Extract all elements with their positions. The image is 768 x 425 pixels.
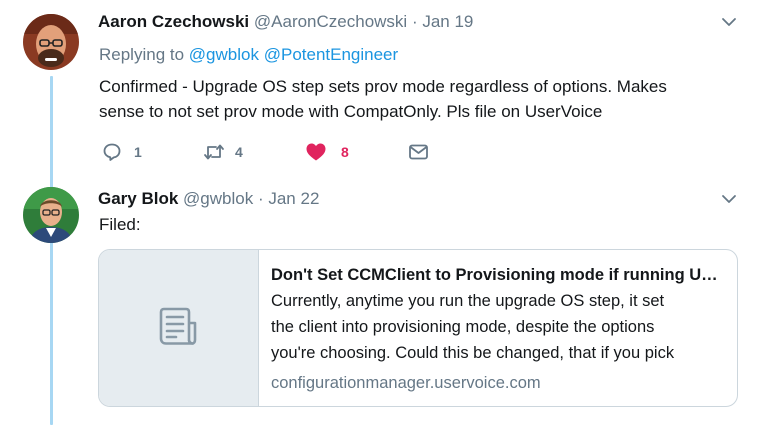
retweet-icon	[204, 144, 224, 160]
replying-to-label: Replying to	[99, 45, 185, 64]
like-count: 8	[341, 144, 349, 160]
tweet-date[interactable]: · Jan 19	[412, 12, 473, 31]
author-name[interactable]: Aaron Czechowski	[98, 12, 249, 31]
reply-button[interactable]: 1	[102, 142, 142, 162]
card-description-line: the client into provisioning mode, despi…	[271, 318, 655, 336]
author-handle[interactable]: @gwblok	[183, 189, 253, 208]
document-icon	[159, 307, 196, 345]
mention-gwblok[interactable]: @gwblok	[189, 45, 259, 64]
card-domain: configurationmanager.uservoice.com	[271, 374, 541, 392]
tweet-header: Aaron Czechowski @AaronCzechowski · Jan …	[98, 12, 473, 32]
card-title[interactable]: Don't Set CCMClient to Provisioning mode…	[271, 264, 725, 286]
replying-to: Replying to @gwblok @PotentEngineer	[99, 45, 398, 65]
retweet-count: 4	[235, 144, 243, 160]
like-button[interactable]: 8	[305, 142, 349, 162]
mention-potentengineer[interactable]: @PotentEngineer	[264, 45, 398, 64]
chevron-down-icon[interactable]	[721, 191, 737, 207]
envelope-icon	[409, 144, 428, 160]
avatar-aaron[interactable]	[23, 14, 79, 70]
author-handle[interactable]: @AaronCzechowski	[254, 12, 407, 31]
avatar-gary[interactable]	[23, 187, 79, 243]
tweet-date[interactable]: · Jan 22	[258, 189, 319, 208]
link-card[interactable]: Don't Set CCMClient to Provisioning mode…	[98, 249, 738, 407]
heart-icon	[306, 143, 326, 161]
chevron-down-icon[interactable]	[721, 14, 737, 30]
reply-icon	[103, 143, 121, 161]
tweet-text-line: Confirmed - Upgrade OS step sets prov mo…	[99, 77, 667, 96]
card-thumbnail	[99, 250, 259, 406]
author-name[interactable]: Gary Blok	[98, 189, 178, 208]
tweet-text: Filed:	[99, 215, 141, 234]
card-description-line: Currently, anytime you run the upgrade O…	[271, 292, 665, 310]
tweet-text-line: sense to not set prov mode with CompatOn…	[99, 102, 603, 121]
tweet-text: Confirmed - Upgrade OS step sets prov mo…	[99, 74, 667, 124]
card-body: Don't Set CCMClient to Provisioning mode…	[259, 250, 737, 406]
retweet-button[interactable]: 4	[203, 142, 243, 162]
card-description: Currently, anytime you run the upgrade O…	[271, 288, 727, 366]
direct-message-button[interactable]	[408, 142, 429, 162]
card-description-line: you're choosing. Could this be changed, …	[271, 344, 675, 362]
tweet-header: Gary Blok @gwblok · Jan 22	[98, 189, 319, 209]
thread-connector-line	[50, 76, 53, 425]
reply-count: 1	[134, 144, 142, 160]
